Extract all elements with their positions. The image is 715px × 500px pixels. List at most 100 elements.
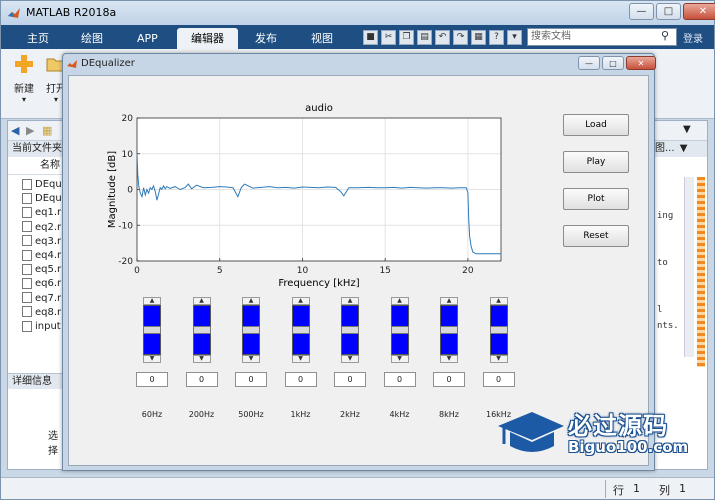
login-link[interactable]: 登录	[683, 30, 703, 45]
tab-editor[interactable]: 编辑器	[177, 28, 238, 49]
band-slider[interactable]: ▲ ▼	[291, 297, 310, 363]
copy-icon[interactable]: ❐	[399, 30, 414, 45]
slider-up-arrow-icon[interactable]: ▲	[390, 297, 409, 305]
band-slider[interactable]: ▲ ▼	[341, 297, 359, 363]
folder-up-icon[interactable]: ▦	[42, 124, 52, 137]
file-item[interactable]: eq2.r	[22, 221, 61, 235]
panel-options-icon[interactable]: ▼	[680, 143, 688, 154]
slider-down-arrow-icon[interactable]: ▼	[192, 355, 211, 363]
file-icon	[22, 320, 32, 332]
tab-apps[interactable]: APP	[123, 28, 172, 49]
slider-thumb[interactable]	[390, 326, 409, 334]
x-tick-label: 0	[134, 266, 140, 276]
load-button[interactable]: Load	[563, 114, 629, 136]
tab-publish[interactable]: 发布	[241, 28, 291, 49]
search-input[interactable]: 搜索文档	[527, 28, 677, 46]
slider-thumb[interactable]	[341, 326, 359, 334]
slider-thumb[interactable]	[489, 326, 508, 334]
scrollbar[interactable]	[684, 177, 694, 357]
file-name: eq3.r	[35, 235, 62, 247]
dequalizer-title-bar: DEqualizer — □ ✕	[63, 54, 656, 74]
new-button[interactable]: 新建 ▾	[9, 53, 39, 104]
slider-down-arrow-icon[interactable]: ▼	[242, 355, 260, 363]
band-value-input[interactable]: 0	[383, 372, 416, 387]
file-item[interactable]: input	[22, 320, 61, 334]
file-item[interactable]: eq6.r	[22, 277, 61, 291]
file-item[interactable]: eq4.r	[22, 249, 61, 263]
minimize-button[interactable]: —	[629, 3, 654, 20]
file-item[interactable]: DEqu	[22, 178, 62, 192]
file-item[interactable]: eq5.r	[22, 263, 61, 277]
file-item[interactable]: eq7.r	[22, 292, 61, 306]
search-icon[interactable]: ⚲	[661, 29, 675, 43]
file-item[interactable]: eq8.r	[22, 306, 61, 320]
band-value-input[interactable]: 0	[136, 372, 168, 387]
slider-up-arrow-icon[interactable]: ▲	[341, 297, 359, 305]
slider-down-arrow-icon[interactable]: ▼	[291, 355, 310, 363]
band-slider[interactable]: ▲ ▼	[440, 297, 458, 363]
slider-down-arrow-icon[interactable]: ▼	[390, 355, 409, 363]
slider-up-arrow-icon[interactable]: ▲	[291, 297, 310, 305]
file-icon	[22, 178, 32, 190]
reset-button[interactable]: Reset	[563, 225, 629, 247]
cut-icon[interactable]: ✂	[381, 30, 396, 45]
name-column-header[interactable]: 名称	[8, 157, 64, 175]
figure-minimize-button[interactable]: —	[578, 56, 600, 70]
slider-up-arrow-icon[interactable]: ▲	[242, 297, 260, 305]
band-slider[interactable]: ▲ ▼	[192, 297, 211, 363]
band-slider[interactable]: ▲ ▼	[489, 297, 508, 363]
y-tick-label: 10	[122, 150, 134, 160]
redo-icon[interactable]: ↷	[453, 30, 468, 45]
save-icon[interactable]: ■	[363, 30, 378, 45]
band-slider[interactable]: ▲ ▼	[242, 297, 260, 363]
band-value-input[interactable]: 0	[482, 372, 515, 387]
slider-down-arrow-icon[interactable]: ▼	[143, 355, 161, 363]
band-value-input[interactable]: 0	[433, 372, 465, 387]
band-value-input[interactable]: 0	[235, 372, 267, 387]
dropdown-icon[interactable]: ▾	[507, 30, 522, 45]
file-name: eq6.r	[35, 278, 62, 290]
dropdown-icon[interactable]: ▼	[683, 124, 691, 135]
band-value-input[interactable]: 0	[284, 372, 317, 387]
tab-view[interactable]: 视图	[297, 28, 347, 49]
close-button[interactable]: ✕	[683, 3, 715, 20]
undo-icon[interactable]: ↶	[435, 30, 450, 45]
tab-plots[interactable]: 绘图	[67, 28, 117, 49]
file-item[interactable]: DEqu	[22, 192, 62, 206]
back-icon[interactable]: ◀	[11, 124, 19, 137]
band-slider[interactable]: ▲ ▼	[143, 297, 161, 363]
slider-up-arrow-icon[interactable]: ▲	[440, 297, 458, 305]
slider-down-arrow-icon[interactable]: ▼	[440, 355, 458, 363]
slider-thumb[interactable]	[143, 326, 161, 334]
slider-up-arrow-icon[interactable]: ▲	[143, 297, 161, 305]
file-item[interactable]: eq3.r	[22, 235, 61, 249]
slider-thumb[interactable]	[440, 326, 458, 334]
maximize-button[interactable]: □	[656, 3, 681, 20]
slider-down-arrow-icon[interactable]: ▼	[489, 355, 508, 363]
slider-thumb[interactable]	[291, 326, 310, 334]
band-label: 8kHz	[439, 410, 459, 419]
frequency-plot[interactable]: 0 5 10 15 20 20 10 0 -10 -20 audio Frequency [kHz] M…	[99, 94, 539, 294]
slider-thumb[interactable]	[192, 326, 211, 334]
paste-icon[interactable]: ▤	[417, 30, 432, 45]
band-value-input[interactable]: 0	[334, 372, 366, 387]
band-value-input[interactable]: 0	[185, 372, 218, 387]
file-icon	[22, 192, 32, 204]
right-panel-header: 图... ▼	[653, 141, 707, 157]
forward-icon[interactable]: ▶	[26, 124, 34, 137]
slider-thumb[interactable]	[242, 326, 260, 334]
figure-close-button[interactable]: ✕	[626, 56, 656, 70]
tab-home[interactable]: 主页	[13, 28, 63, 49]
slider-up-arrow-icon[interactable]: ▲	[192, 297, 211, 305]
file-item[interactable]: eq1.r	[22, 206, 61, 220]
help-icon[interactable]: ?	[489, 30, 504, 45]
switch-windows-icon[interactable]: ▦	[471, 30, 486, 45]
band-label: 200Hz	[188, 410, 215, 419]
figure-maximize-button[interactable]: □	[602, 56, 624, 70]
slider-up-arrow-icon[interactable]: ▲	[489, 297, 508, 305]
band-slider[interactable]: ▲ ▼	[390, 297, 409, 363]
plot-button[interactable]: Plot	[563, 188, 629, 210]
play-button[interactable]: Play	[563, 151, 629, 173]
slider-down-arrow-icon[interactable]: ▼	[341, 355, 359, 363]
file-icon	[22, 292, 32, 304]
